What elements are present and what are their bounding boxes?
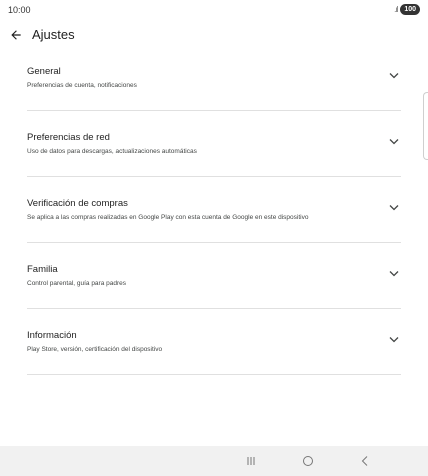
settings-item-subtitle: Se aplica a las compras realizadas en Go… [27, 214, 309, 221]
settings-item-subtitle: Control parental, guía para padres [27, 280, 127, 287]
settings-item-subtitle: Preferencias de cuenta, notificaciones [27, 82, 137, 89]
status-bar: 10:00 .ıl 100 [0, 0, 428, 20]
chevron-down-icon [389, 337, 399, 343]
settings-list: General Preferencias de cuenta, notifica… [27, 52, 401, 382]
status-indicators: .ıl 100 [394, 4, 420, 15]
settings-item-title: Familia [27, 264, 58, 275]
settings-item-about[interactable]: Información Play Store, versión, certifi… [27, 316, 401, 375]
navigation-bar [0, 446, 428, 476]
settings-item-general[interactable]: General Preferencias de cuenta, notifica… [27, 52, 401, 111]
home-icon[interactable] [301, 454, 315, 468]
signal-icon: .ıl [394, 5, 398, 14]
chevron-down-icon [389, 73, 399, 79]
settings-item-title: Preferencias de red [27, 132, 110, 143]
edge-panel-handle[interactable] [423, 92, 428, 160]
page-title: Ajustes [32, 27, 75, 42]
settings-item-subtitle: Play Store, versión, certificación del d… [27, 346, 163, 353]
settings-item-subtitle: Uso de datos para descargas, actualizaci… [27, 148, 197, 155]
chevron-down-icon [389, 205, 399, 211]
back-nav-icon[interactable] [358, 454, 372, 468]
settings-item-purchase-verification[interactable]: Verificación de compras Se aplica a las … [27, 184, 401, 243]
recents-icon[interactable] [244, 454, 258, 468]
status-time: 10:00 [8, 5, 31, 15]
battery-badge: 100 [400, 4, 420, 15]
app-bar: Ajustes [0, 24, 428, 48]
settings-item-family[interactable]: Familia Control parental, guía para padr… [27, 250, 401, 309]
settings-item-title: General [27, 66, 61, 77]
chevron-down-icon [389, 271, 399, 277]
settings-item-title: Verificación de compras [27, 198, 128, 209]
chevron-down-icon [389, 139, 399, 145]
settings-item-network[interactable]: Preferencias de red Uso de datos para de… [27, 118, 401, 177]
settings-item-title: Información [27, 330, 77, 341]
arrow-back-icon[interactable] [9, 28, 23, 42]
